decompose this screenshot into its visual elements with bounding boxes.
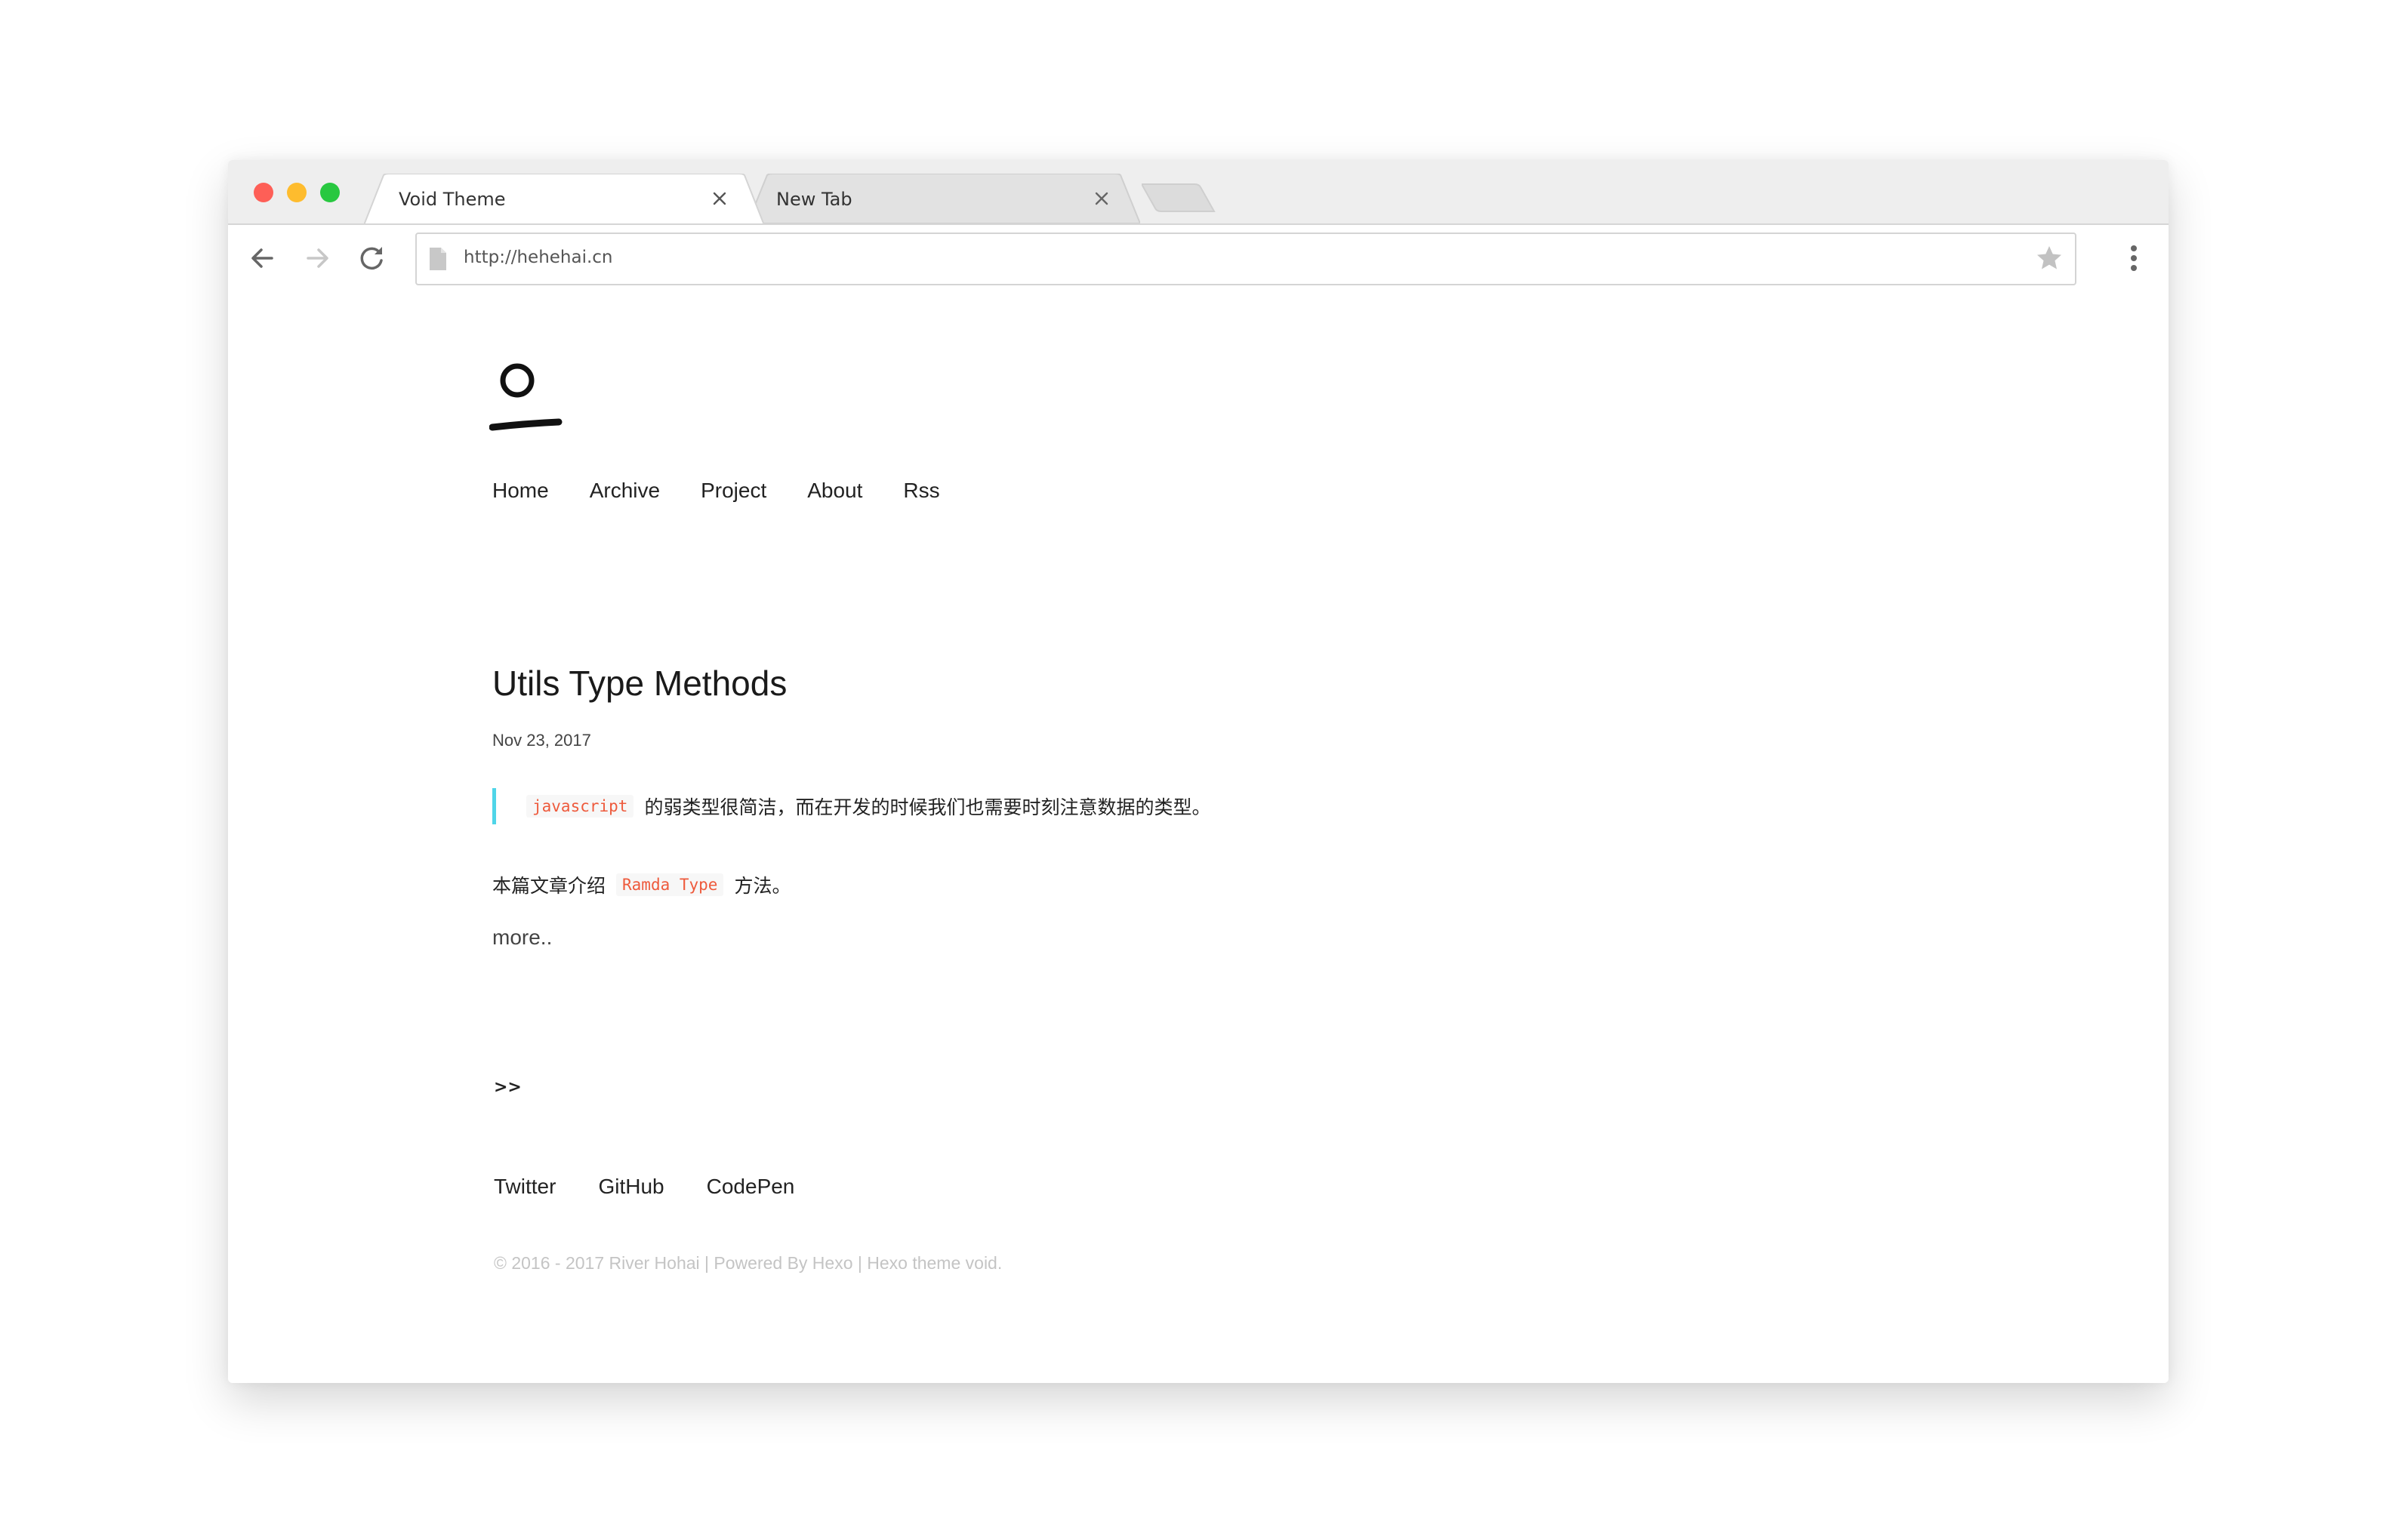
inline-code: Ramda Type bbox=[616, 873, 724, 896]
tab-void-theme[interactable]: Void Theme bbox=[364, 174, 764, 225]
browser-toolbar: http://hehehai.cn bbox=[228, 223, 2169, 296]
post-title[interactable]: Utils Type Methods bbox=[492, 663, 787, 704]
url-text[interactable]: http://hehehai.cn bbox=[464, 248, 613, 267]
arrow-right-icon[interactable] bbox=[299, 240, 335, 276]
tab-title: Void Theme bbox=[399, 189, 506, 210]
maximize-window-button[interactable] bbox=[320, 183, 340, 202]
kebab-menu-icon[interactable] bbox=[2126, 240, 2141, 276]
nav-project[interactable]: Project bbox=[701, 479, 766, 503]
arrow-left-icon[interactable] bbox=[245, 240, 281, 276]
social-codepen-link[interactable]: CodePen bbox=[707, 1175, 795, 1199]
post-blockquote: javascript 的弱类型很简洁，而在开发的时候我们也需要时刻注意数据的类型… bbox=[492, 788, 1210, 824]
browser-window: New Tab Void Theme http://hehehai.cn Hom… bbox=[228, 160, 2169, 1383]
address-bar[interactable]: http://hehehai.cn bbox=[415, 233, 2076, 285]
social-links: Twitter GitHub CodePen bbox=[494, 1175, 794, 1199]
social-github-link[interactable]: GitHub bbox=[598, 1175, 664, 1199]
post-date: Nov 23, 2017 bbox=[492, 731, 591, 750]
tab-new-tab[interactable]: New Tab bbox=[748, 174, 1140, 223]
minimize-window-button[interactable] bbox=[287, 183, 307, 202]
next-page-link[interactable]: >> bbox=[494, 1078, 522, 1097]
new-tab-button[interactable] bbox=[1142, 183, 1217, 213]
tab-strip: New Tab Void Theme bbox=[228, 160, 2169, 225]
nav-rss[interactable]: Rss bbox=[903, 479, 939, 503]
close-window-button[interactable] bbox=[254, 183, 273, 202]
reload-icon[interactable] bbox=[353, 240, 390, 276]
inline-code: javascript bbox=[526, 795, 634, 818]
nav-about[interactable]: About bbox=[807, 479, 862, 503]
quote-text: 的弱类型很简洁，而在开发的时候我们也需要时刻注意数据的类型。 bbox=[644, 796, 1211, 818]
close-icon[interactable] bbox=[1093, 190, 1110, 207]
page-content: Home Archive Project About Rss Utils Typ… bbox=[228, 294, 2169, 1383]
intro-text-after: 方法。 bbox=[734, 875, 791, 897]
post-intro: 本篇文章介绍 Ramda Type 方法。 bbox=[492, 871, 791, 898]
read-more-link[interactable]: more.. bbox=[492, 926, 552, 950]
intro-text-before: 本篇文章介绍 bbox=[492, 875, 606, 897]
social-twitter-link[interactable]: Twitter bbox=[494, 1175, 556, 1199]
close-icon[interactable] bbox=[711, 190, 728, 207]
site-logo[interactable] bbox=[489, 359, 565, 435]
page-icon bbox=[430, 248, 446, 270]
tab-title: New Tab bbox=[776, 189, 852, 210]
nav-archive[interactable]: Archive bbox=[590, 479, 660, 503]
site-footer: © 2016 - 2017 River Hohai | Powered By H… bbox=[494, 1253, 1003, 1273]
site-nav: Home Archive Project About Rss bbox=[492, 479, 940, 503]
nav-home[interactable]: Home bbox=[492, 479, 549, 503]
star-icon[interactable] bbox=[2034, 243, 2064, 273]
